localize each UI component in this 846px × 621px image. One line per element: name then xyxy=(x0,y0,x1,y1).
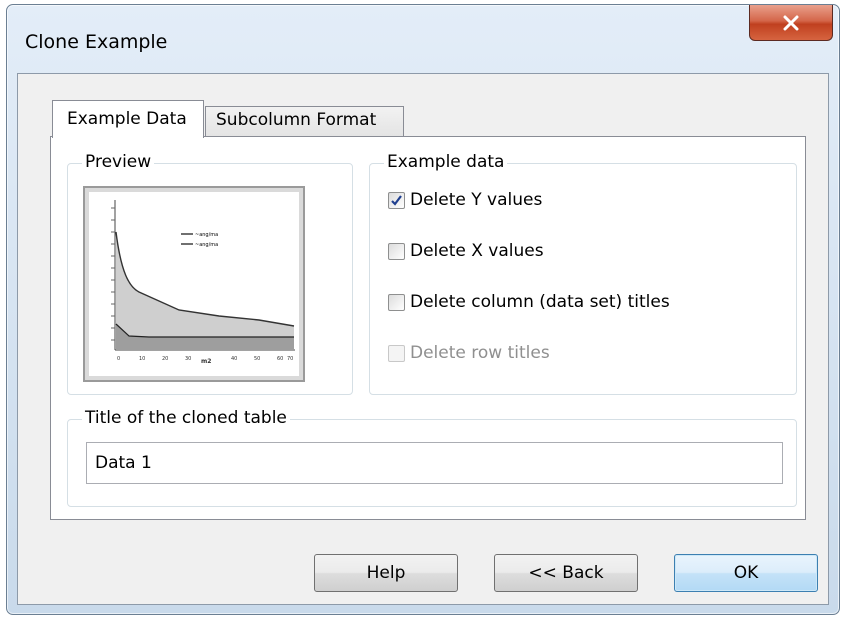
close-button[interactable] xyxy=(749,5,833,41)
x-tick: 50 xyxy=(254,356,260,362)
x-tick: 10 xyxy=(139,356,145,362)
checkbox-box[interactable] xyxy=(388,191,405,209)
checkbox-box[interactable] xyxy=(388,293,405,311)
legend-entry-1: ~ang/ma xyxy=(195,232,218,238)
delete-column-titles-checkbox[interactable]: Delete column (data set) titles xyxy=(388,292,670,312)
x-axis-label: m2 xyxy=(201,358,211,365)
help-button-label: Help xyxy=(366,563,406,583)
title-bar[interactable]: Clone Example xyxy=(7,5,839,73)
cloned-title-group: Title of the cloned table Data 1 xyxy=(67,408,797,507)
back-button[interactable]: << Back xyxy=(494,554,638,592)
help-button[interactable]: Help xyxy=(314,554,458,592)
delete-y-values-checkbox[interactable]: Delete Y values xyxy=(388,190,542,210)
x-tick: 40 xyxy=(231,356,237,362)
checkbox-label: Delete Y values xyxy=(410,190,543,210)
example-data-label: Example data xyxy=(384,152,508,172)
ok-button[interactable]: OK xyxy=(674,554,818,592)
preview-label: Preview xyxy=(82,152,155,172)
tab-example-data-label: Example Data xyxy=(67,109,187,129)
back-button-label: << Back xyxy=(528,563,604,583)
window-title: Clone Example xyxy=(25,31,168,53)
tab-subcolumn-format-label: Subcolumn Format xyxy=(216,110,377,130)
checkbox-label: Delete X values xyxy=(410,241,544,261)
checkmark-icon xyxy=(391,194,402,206)
legend-entry-2: ~ang/ma xyxy=(195,242,218,248)
delete-x-values-checkbox[interactable]: Delete X values xyxy=(388,241,544,261)
preview-chart: ~ang/ma ~ang/ma 0 10 20 30 40 50 60 70 m… xyxy=(111,200,295,365)
cloned-title-label: Title of the cloned table xyxy=(82,408,290,428)
x-tick: 30 xyxy=(185,356,191,362)
checkbox-box xyxy=(388,344,405,362)
checkbox-box[interactable] xyxy=(388,242,405,260)
checkbox-label: Delete column (data set) titles xyxy=(410,292,670,312)
clone-example-dialog: Clone Example Example Data Subcolumn For… xyxy=(6,4,840,615)
dialog-body: Example Data Subcolumn Format Preview ~a… xyxy=(17,73,829,605)
x-tick: 60 xyxy=(277,356,283,362)
cloned-title-input[interactable]: Data 1 xyxy=(86,442,783,484)
x-tick: 20 xyxy=(162,356,168,362)
preview-image: ~ang/ma ~ang/ma 0 10 20 30 40 50 60 70 m… xyxy=(83,186,305,382)
tab-subcolumn-format[interactable]: Subcolumn Format xyxy=(205,106,404,137)
ok-button-label: OK xyxy=(733,563,759,583)
example-data-group: Example data Delete Y values Delete X va… xyxy=(369,152,797,395)
preview-group: Preview ~ang/ma ~ang/ma 0 10 20 30 40 50… xyxy=(67,152,353,395)
x-tick: 70 xyxy=(287,356,293,362)
close-icon xyxy=(783,15,799,30)
x-tick: 0 xyxy=(117,356,120,362)
tab-panel: Preview ~ang/ma ~ang/ma 0 10 20 30 40 50… xyxy=(50,136,806,520)
delete-row-titles-checkbox: Delete row titles xyxy=(388,343,550,363)
tab-example-data[interactable]: Example Data xyxy=(52,100,204,138)
checkbox-label: Delete row titles xyxy=(410,343,550,363)
